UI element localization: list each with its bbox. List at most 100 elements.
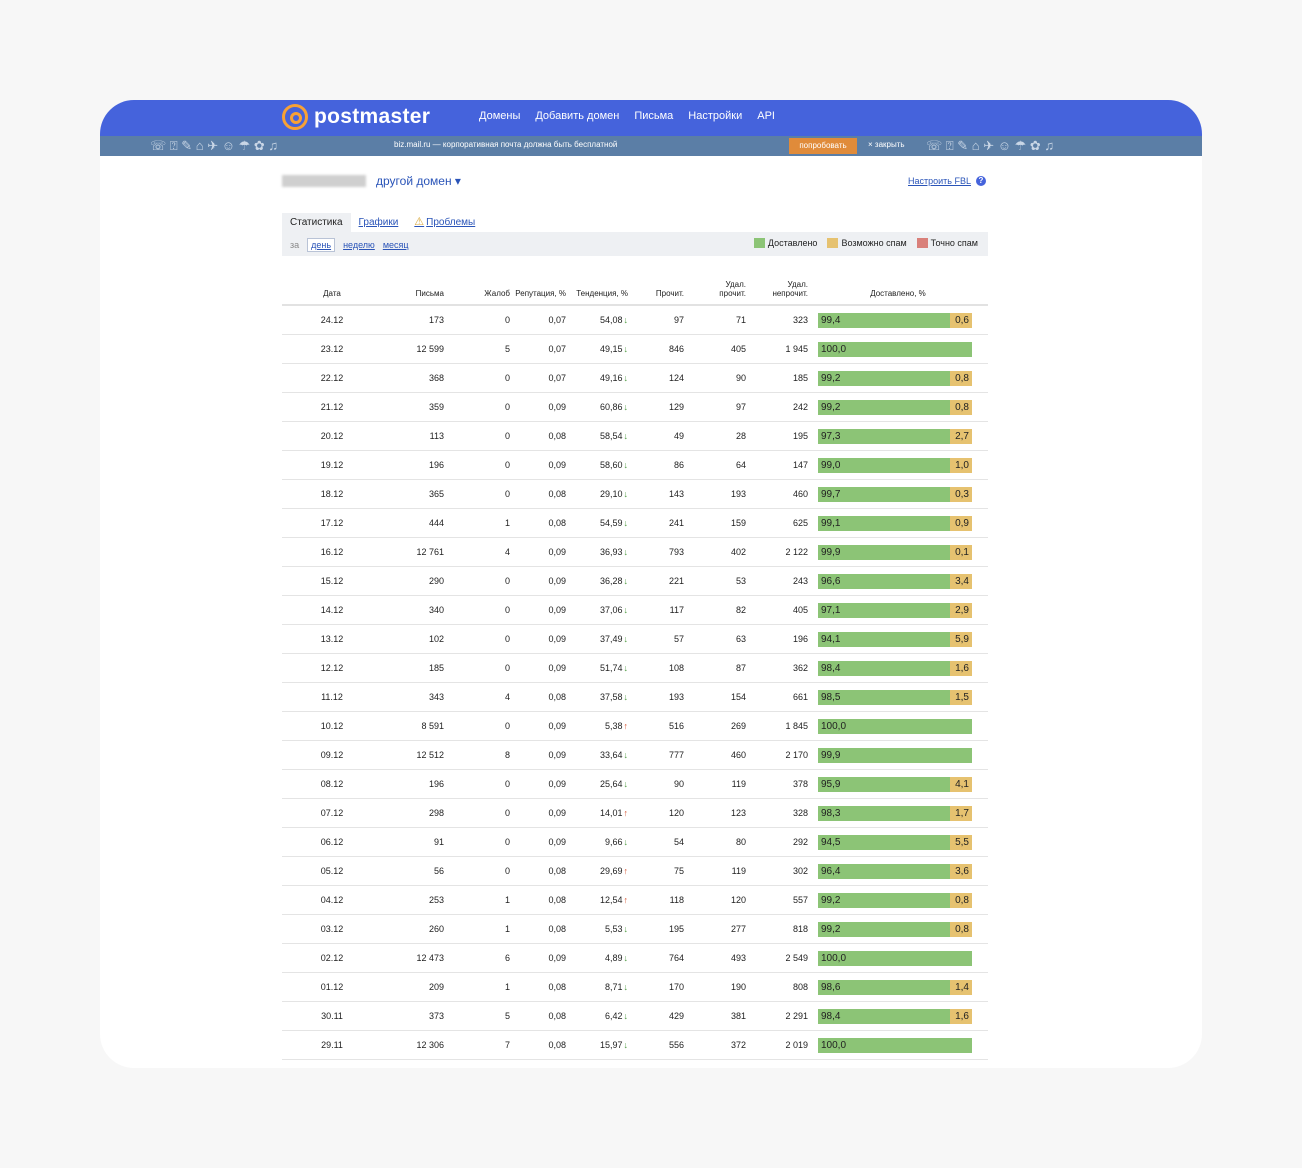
legend-maybe-spam: Возможно спам <box>827 238 907 248</box>
cell-deleted-read: 64 <box>688 450 750 480</box>
delivery-bar: 94,5 5,5 <box>818 834 972 850</box>
cell-read: 193 <box>632 682 688 712</box>
cell-date: 29.11 <box>282 1030 386 1060</box>
delivered-segment: 94,1 <box>818 631 950 647</box>
cell-read: 143 <box>632 479 688 509</box>
col-read[interactable]: Прочит. <box>632 262 688 305</box>
cell-deleted-read: 119 <box>688 769 750 799</box>
trend-value: 9,66 <box>604 837 623 847</box>
cell-reputation: 0,07 <box>514 363 570 393</box>
table-row: 22.12 368 0 0,07 49,16↓ 124 90 185 99,2 0,8 <box>282 363 988 393</box>
cell-read: 49 <box>632 421 688 451</box>
tab-problems[interactable]: ⚠ Проблемы <box>406 211 483 232</box>
delivered-segment: 98,5 <box>818 689 950 705</box>
cell-reputation: 0,08 <box>514 1030 570 1060</box>
cell-date: 21.12 <box>282 392 386 422</box>
trend-value: 37,49 <box>599 634 623 644</box>
cell-delivered: 99,9 0,1 <box>812 537 988 567</box>
delivery-bar: 99,9 <box>818 747 972 763</box>
ad-text[interactable]: biz.mail.ru — корпоративная почта должна… <box>394 140 617 149</box>
col-letters[interactable]: Письма <box>386 262 448 305</box>
cell-complaints: 4 <box>448 682 514 712</box>
delivered-segment: 96,4 <box>818 863 950 879</box>
period-month[interactable]: месяц <box>383 240 409 250</box>
table-body: 24.12 173 0 0,07 54,08↓ 97 71 323 99,4 0,6 23.12 12… <box>282 305 988 1060</box>
tab-statistics[interactable]: Статистика <box>282 213 351 232</box>
col-date[interactable]: Дата <box>282 262 386 305</box>
cell-reputation: 0,09 <box>514 798 570 828</box>
main-nav: Домены Добавить домен Письма Настройки A… <box>479 110 775 122</box>
nav-settings[interactable]: Настройки <box>688 110 742 122</box>
cell-trend: 60,86↓ <box>570 392 632 422</box>
delivery-bar: 99,9 0,1 <box>818 544 972 560</box>
cell-complaints: 0 <box>448 624 514 654</box>
cell-date: 14.12 <box>282 595 386 625</box>
col-complaints[interactable]: Жалоб <box>448 262 514 305</box>
cell-read: 97 <box>632 305 688 335</box>
cell-date: 18.12 <box>282 479 386 509</box>
cell-date: 13.12 <box>282 624 386 654</box>
legend-swatch <box>916 238 928 248</box>
cell-deleted-unread: 2 170 <box>750 740 812 770</box>
cell-read: 556 <box>632 1030 688 1060</box>
col-trend[interactable]: Тенденция, % <box>570 262 632 305</box>
delivered-segment: 99,2 <box>818 399 950 415</box>
help-icon[interactable]: ? <box>975 176 986 186</box>
col-reputation[interactable]: Репутация, % <box>514 262 570 305</box>
table-row: 03.12 260 1 0,08 5,53↓ 195 277 818 99,2 0,8 <box>282 914 988 944</box>
cell-deleted-unread: 378 <box>750 769 812 799</box>
cell-trend: 5,53↓ <box>570 914 632 944</box>
cell-trend: 33,64↓ <box>570 740 632 770</box>
cell-date: 11.12 <box>282 682 386 712</box>
try-button[interactable]: попробовать <box>789 138 857 154</box>
nav-letters[interactable]: Письма <box>634 110 673 122</box>
cell-delivered: 99,0 1,0 <box>812 450 988 480</box>
close-ad-button[interactable]: × закрыть <box>868 140 905 149</box>
cell-deleted-unread: 1 945 <box>750 334 812 364</box>
period-day[interactable]: день <box>307 238 336 252</box>
delivered-segment: 100,0 <box>818 950 972 966</box>
configure-fbl-link[interactable]: Настроить FBL <box>908 176 971 186</box>
delivered-segment: 99,2 <box>818 921 950 937</box>
table-row: 24.12 173 0 0,07 54,08↓ 97 71 323 99,4 0,6 <box>282 305 988 335</box>
delivery-bar: 99,4 0,6 <box>818 312 972 328</box>
delivered-segment: 98,3 <box>818 805 950 821</box>
arrow-down-icon: ↓ <box>623 576 629 586</box>
cell-deleted-read: 28 <box>688 421 750 451</box>
cell-trend: 8,71↓ <box>570 972 632 1002</box>
cell-deleted-unread: 195 <box>750 421 812 451</box>
arrow-down-icon: ↓ <box>623 402 629 412</box>
col-delivered[interactable]: Доставлено, % <box>812 262 988 305</box>
delivery-bar: 99,2 0,8 <box>818 370 972 386</box>
cell-letters: 102 <box>386 624 448 654</box>
cell-delivered: 94,5 5,5 <box>812 827 988 857</box>
cell-delivered: 96,4 3,6 <box>812 856 988 886</box>
cell-deleted-read: 90 <box>688 363 750 393</box>
cell-letters: 113 <box>386 421 448 451</box>
cell-date: 24.12 <box>282 305 386 335</box>
postmaster-logo[interactable]: postmaster <box>282 104 430 130</box>
table-row: 13.12 102 0 0,09 37,49↓ 57 63 196 94,1 5,9 <box>282 624 988 654</box>
other-domain-dropdown[interactable]: другой домен ▾ <box>376 174 461 188</box>
trend-value: 51,74 <box>599 663 623 673</box>
table-row: 21.12 359 0 0,09 60,86↓ 129 97 242 99,2 0,8 <box>282 392 988 422</box>
nav-domains[interactable]: Домены <box>479 110 520 122</box>
col-deleted-read[interactable]: Удал. прочит. <box>688 262 750 305</box>
cell-complaints: 0 <box>448 653 514 683</box>
col-deleted-unread[interactable]: Удал. непрочит. <box>750 262 812 305</box>
domain-name-redacted <box>282 175 366 187</box>
cell-trend: 51,74↓ <box>570 653 632 683</box>
nav-add-domain[interactable]: Добавить домен <box>535 110 619 122</box>
delivered-segment: 98,6 <box>818 979 950 995</box>
trend-value: 36,28 <box>599 576 623 586</box>
delivery-bar: 99,2 0,8 <box>818 399 972 415</box>
nav-api[interactable]: API <box>757 110 775 122</box>
period-week[interactable]: неделю <box>343 240 375 250</box>
cell-read: 120 <box>632 798 688 828</box>
arrow-down-icon: ↓ <box>623 692 629 702</box>
trend-value: 5,53 <box>604 924 623 934</box>
cell-deleted-unread: 147 <box>750 450 812 480</box>
tab-charts[interactable]: Графики <box>351 213 407 232</box>
cell-date: 04.12 <box>282 885 386 915</box>
arrow-down-icon: ↓ <box>623 605 629 615</box>
